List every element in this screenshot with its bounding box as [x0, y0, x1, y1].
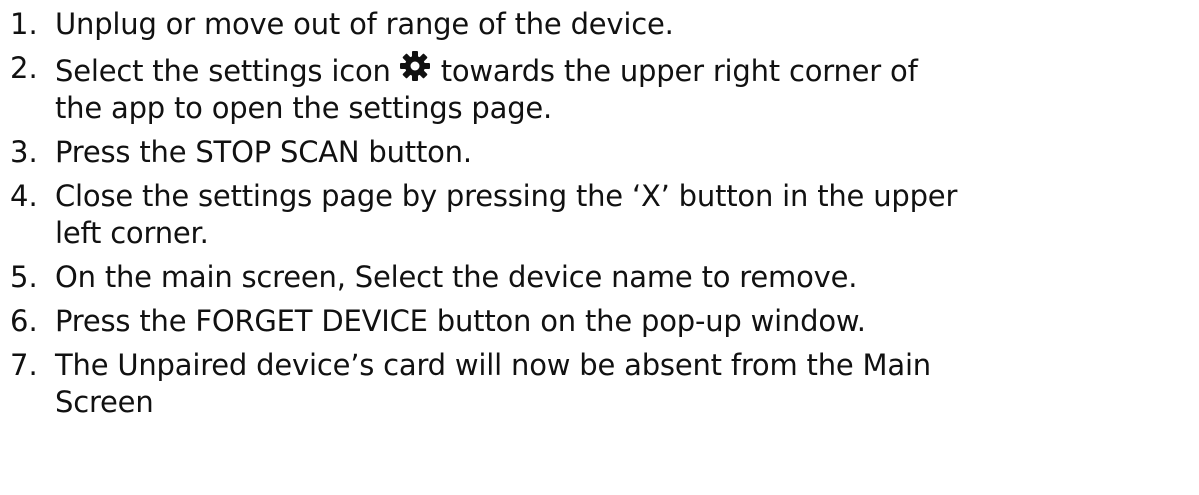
step-4: 4. Close the settings page by pressing t…: [10, 178, 1195, 252]
step-7: 7. The Unpaired device’s card will now b…: [10, 347, 1195, 421]
step-text-line-2: left corner.: [55, 216, 209, 250]
step-text: Press the STOP SCAN button.: [55, 135, 472, 169]
step-number: 1.: [10, 7, 38, 41]
step-text-block: Close the settings page by pressing the …: [55, 178, 957, 252]
step-number: 6.: [10, 304, 38, 338]
step-text-after-icon: towards the upper right corner of: [440, 54, 918, 88]
step-3: 3. Press the STOP SCAN button.: [10, 134, 1195, 171]
step-text: Press the FORGET DEVICE button on the po…: [55, 304, 866, 338]
gear-icon: [399, 50, 431, 82]
step-5: 5. On the main screen, Select the device…: [10, 259, 1195, 296]
instruction-list: 1. Unplug or move out of range of the de…: [10, 6, 1195, 428]
step-number: 5.: [10, 260, 38, 294]
step-number: 7.: [10, 348, 38, 382]
step-text: The Unpaired device’s card will now be a…: [55, 348, 931, 382]
step-number: 2.: [10, 51, 38, 85]
step-text: On the main screen, Select the device na…: [55, 260, 858, 294]
step-text-line-2: the app to open the settings page.: [55, 91, 553, 125]
step-number: 3.: [10, 135, 38, 169]
step-number: 4.: [10, 179, 38, 213]
step-text-line-2: Screen: [55, 385, 154, 419]
step-1: 1. Unplug or move out of range of the de…: [10, 6, 1195, 43]
step-text-block: The Unpaired device’s card will now be a…: [55, 347, 931, 421]
step-2: 2. Select the settings icon towards the …: [10, 50, 1195, 127]
step-text: Unplug or move out of range of the devic…: [55, 7, 674, 41]
step-text: Close the settings page by pressing the …: [55, 179, 958, 213]
step-text-block: Select the settings icon towards the upp…: [55, 50, 918, 127]
step-6: 6. Press the FORGET DEVICE button on the…: [10, 303, 1195, 340]
step-text-before-icon: Select the settings icon: [55, 54, 391, 88]
